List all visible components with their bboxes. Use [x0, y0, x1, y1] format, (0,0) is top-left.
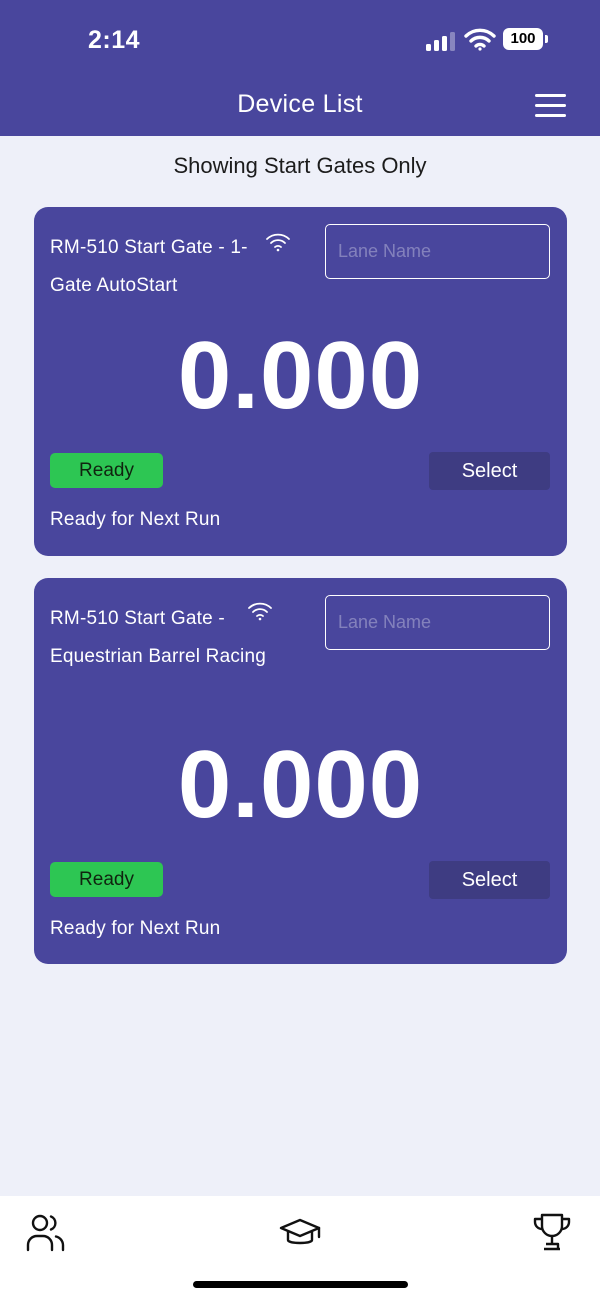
tab-users[interactable] — [25, 1210, 69, 1254]
device-card: RM-510 Start Gate - Equestrian Barrel Ra… — [34, 578, 567, 964]
timer-display: 0.000 — [177, 731, 424, 838]
device-status-text: Ready for Next Run — [50, 509, 221, 530]
battery-nub — [545, 35, 548, 43]
lane-name-input[interactable] — [325, 224, 550, 279]
wifi-status-icon — [464, 28, 496, 51]
home-indicator — [193, 1281, 408, 1288]
device-status-text: Ready for Next Run — [50, 918, 221, 939]
status-badge: Ready — [50, 453, 163, 488]
select-button[interactable]: Select — [429, 452, 550, 490]
trophy-icon — [533, 1213, 571, 1251]
status-time: 2:14 — [88, 26, 141, 54]
device-name: RM-510 Start Gate - 1- Gate AutoStart — [50, 237, 248, 296]
wifi-icon — [248, 602, 272, 621]
hamburger-menu-icon[interactable] — [533, 92, 569, 120]
page-title: Device List — [237, 90, 363, 118]
tab-trophy[interactable] — [530, 1210, 574, 1254]
graduation-cap-icon — [279, 1218, 321, 1245]
device-card: RM-510 Start Gate - 1- Gate AutoStart 0.… — [34, 207, 567, 556]
battery-indicator: 100 — [503, 28, 543, 50]
app-header: 2:14 100 Device List — [0, 0, 600, 136]
cellular-signal-icon — [426, 31, 456, 51]
filter-status-text: Showing Start Gates Only — [173, 153, 427, 178]
bottom-tab-bar — [0, 1196, 600, 1300]
users-icon — [26, 1214, 65, 1252]
status-badge: Ready — [50, 862, 163, 897]
tab-training[interactable] — [278, 1210, 322, 1254]
select-button[interactable]: Select — [429, 861, 550, 899]
wifi-icon — [266, 233, 290, 252]
timer-display: 0.000 — [177, 322, 424, 429]
lane-name-input[interactable] — [325, 595, 550, 650]
